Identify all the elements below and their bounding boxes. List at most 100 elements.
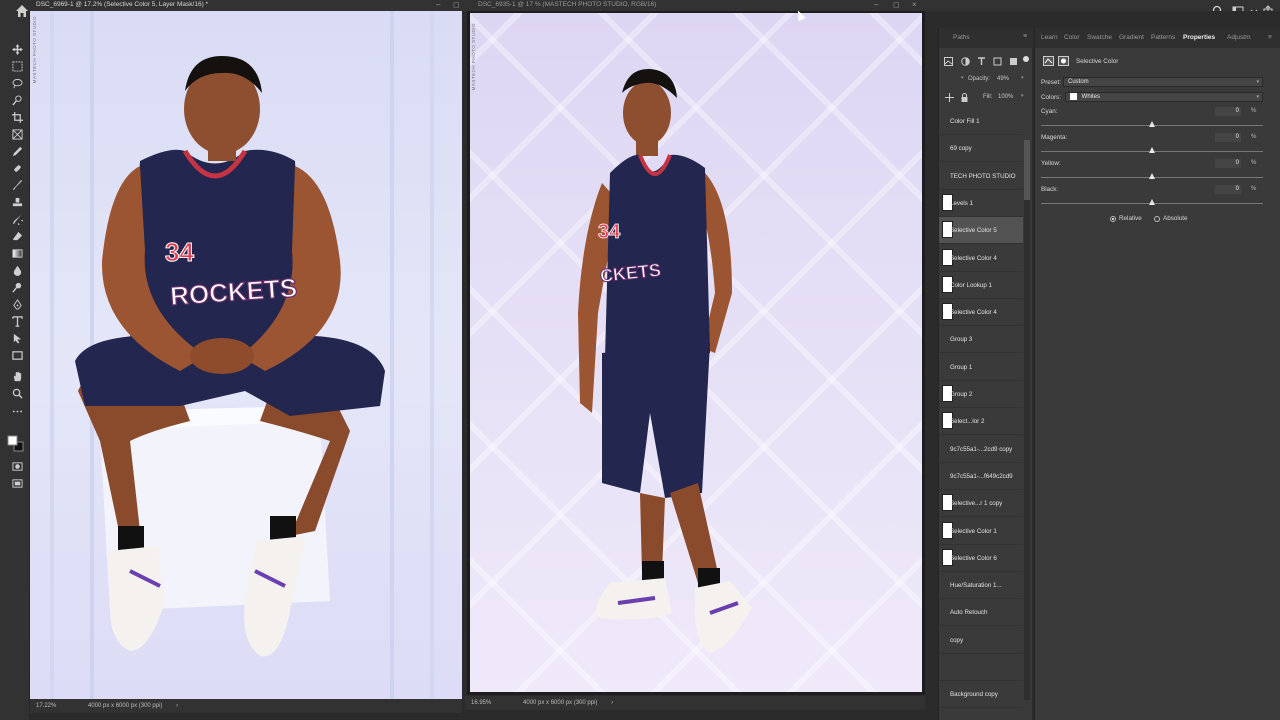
restore-icon[interactable]: ◻	[893, 0, 900, 9]
right-document-canvas[interactable]: 34 CKETS MASTECH PHOTO STUDIO	[467, 11, 925, 695]
pen-tool-icon[interactable]	[10, 298, 24, 311]
slider-value-input[interactable]: 0	[1215, 159, 1241, 168]
lasso-tool-icon[interactable]	[10, 77, 24, 90]
chevron-down-icon[interactable]: ▾	[961, 75, 964, 81]
slider-thumb[interactable]	[1148, 121, 1155, 127]
fill-value[interactable]: 100%	[998, 94, 1013, 100]
move-tool-icon[interactable]	[10, 43, 24, 56]
layer-row[interactable]: Selective Color 4	[939, 299, 1023, 327]
layer-row[interactable]: 9c7c55a1-...2cd9 copy	[939, 436, 1023, 463]
eyedropper-tool-icon[interactable]	[10, 145, 24, 158]
slider-thumb[interactable]	[1148, 199, 1155, 205]
layer-row[interactable]: Background copy	[939, 681, 1023, 709]
relative-radio[interactable]	[1110, 216, 1116, 222]
blur-tool-icon[interactable]	[10, 264, 24, 277]
hand-tool-icon[interactable]	[10, 370, 24, 383]
layer-row[interactable]: Select...lor 2	[939, 408, 1023, 436]
history-brush-icon[interactable]	[10, 213, 24, 226]
adjustment-filter-icon[interactable]	[961, 57, 970, 66]
layer-row[interactable]: Selective...r 1 copy	[939, 490, 1023, 518]
brush-tool-icon[interactable]	[10, 179, 24, 192]
preset-select[interactable]: Custom ▾	[1063, 77, 1263, 87]
absolute-radio[interactable]	[1154, 216, 1160, 222]
slider-value-input[interactable]: 0	[1215, 107, 1241, 116]
clone-stamp-icon[interactable]	[10, 196, 24, 209]
layer-row[interactable]: Color Lookup 1	[939, 272, 1023, 299]
smart-object-filter-icon[interactable]	[1009, 57, 1018, 66]
rectangle-tool-icon[interactable]	[10, 349, 24, 362]
layer-row[interactable]: Group 3	[939, 326, 1023, 354]
layer-row[interactable]: Selective Color 1	[939, 518, 1023, 545]
path-select-icon[interactable]	[10, 332, 24, 345]
chevron-down-icon[interactable]: ▾	[1021, 75, 1024, 81]
layer-row[interactable]: Auto Retouch	[939, 599, 1023, 627]
frame-tool-icon[interactable]	[10, 128, 24, 141]
image-filter-icon[interactable]	[944, 57, 953, 66]
left-document-tab[interactable]: DSC_6969-1 @ 17.2% (Selective Color 5, L…	[36, 0, 456, 11]
panel-menu-icon[interactable]: ≡	[1023, 33, 1027, 40]
tab-properties[interactable]: Properties	[1183, 34, 1215, 41]
scrollbar-thumb[interactable]	[1024, 140, 1030, 200]
layer-row[interactable]: Levels 1	[939, 190, 1023, 217]
layer-mask-icon[interactable]	[1058, 56, 1069, 66]
panel-menu-icon[interactable]: ≡	[1268, 34, 1272, 41]
quick-mask-icon[interactable]	[10, 460, 24, 473]
slider-value-input[interactable]: 0	[1215, 133, 1241, 142]
tab-patterns[interactable]: Patterns	[1151, 34, 1175, 41]
restore-icon[interactable]: ◻	[453, 0, 460, 9]
layer-row[interactable]: Color Fill 1	[939, 108, 1023, 135]
eraser-tool-icon[interactable]	[10, 230, 24, 243]
left-document-canvas[interactable]: 34 ROCKETS MASTECH PHOTO STUDIO	[30, 11, 462, 699]
layer-row[interactable]: 69 copy	[939, 135, 1023, 163]
slider-thumb[interactable]	[1148, 173, 1155, 179]
tab-color[interactable]: Color	[1064, 34, 1080, 41]
colors-select[interactable]: Whites ▾	[1065, 92, 1263, 102]
filter-toggle[interactable]	[1023, 56, 1029, 62]
zoom-tool-icon[interactable]	[10, 387, 24, 400]
lock-icon[interactable]	[960, 93, 969, 102]
quick-select-tool-icon[interactable]	[10, 94, 24, 107]
tab-gradients[interactable]: Gradient	[1119, 34, 1144, 41]
slider-thumb[interactable]	[1148, 147, 1155, 153]
dodge-tool-icon[interactable]	[10, 281, 24, 294]
layer-row[interactable]: Selective Color 6	[939, 545, 1023, 572]
tab-learn[interactable]: Learn	[1041, 34, 1058, 41]
crop-tool-icon[interactable]	[10, 111, 24, 124]
marquee-tool-icon[interactable]	[10, 60, 24, 73]
lock-position-icon[interactable]	[945, 93, 954, 102]
color-swatches-icon[interactable]	[7, 435, 25, 453]
zoom-level[interactable]: 17.22%	[36, 699, 56, 713]
gradient-tool-icon[interactable]	[10, 247, 24, 260]
layer-row[interactable]: TECH PHOTO STUDIO	[939, 163, 1023, 190]
more-tools-icon[interactable]	[10, 405, 24, 418]
right-document-tab[interactable]: DSC_6935-1 @ 17 % (MASTECH PHOTO STUDIO,…	[478, 0, 778, 11]
layer-row[interactable]: Group 2	[939, 381, 1023, 408]
colors-value: Whites	[1081, 94, 1101, 101]
minimize-icon[interactable]: –	[436, 0, 440, 9]
layer-row[interactable]: copy	[939, 627, 1023, 654]
close-icon[interactable]: ×	[912, 0, 917, 9]
chevron-right-icon[interactable]: ›	[611, 696, 613, 710]
layer-row[interactable]: Selective Color 5	[939, 217, 1023, 245]
slider-value-input[interactable]: 0	[1215, 185, 1241, 194]
layer-row[interactable]: Group 1	[939, 354, 1023, 381]
opacity-value[interactable]: 49%	[997, 76, 1009, 82]
healing-brush-icon[interactable]	[10, 162, 24, 175]
home-icon[interactable]	[15, 4, 29, 18]
layers-scrollbar[interactable]	[1024, 140, 1030, 700]
screen-mode-icon[interactable]	[10, 477, 24, 490]
type-tool-icon[interactable]	[10, 315, 24, 328]
tab-paths[interactable]: Paths	[953, 34, 970, 41]
layer-row[interactable]: Selective Color 4	[939, 245, 1023, 272]
minimize-icon[interactable]: –	[874, 0, 878, 9]
chevron-down-icon[interactable]: ▾	[1021, 93, 1024, 99]
type-filter-icon[interactable]	[977, 57, 986, 66]
chevron-right-icon[interactable]: ›	[176, 699, 178, 713]
layer-row[interactable]	[939, 654, 1023, 681]
zoom-level[interactable]: 16.95%	[471, 696, 491, 710]
layer-row[interactable]: 9c7c55a1-...f649c2cd9	[939, 463, 1023, 490]
layer-row[interactable]: Hue/Saturation 1...	[939, 572, 1023, 600]
shape-filter-icon[interactable]	[993, 57, 1002, 66]
tab-adjustments[interactable]: Adjustm	[1227, 34, 1250, 41]
tab-swatches[interactable]: Swatche	[1087, 34, 1112, 41]
